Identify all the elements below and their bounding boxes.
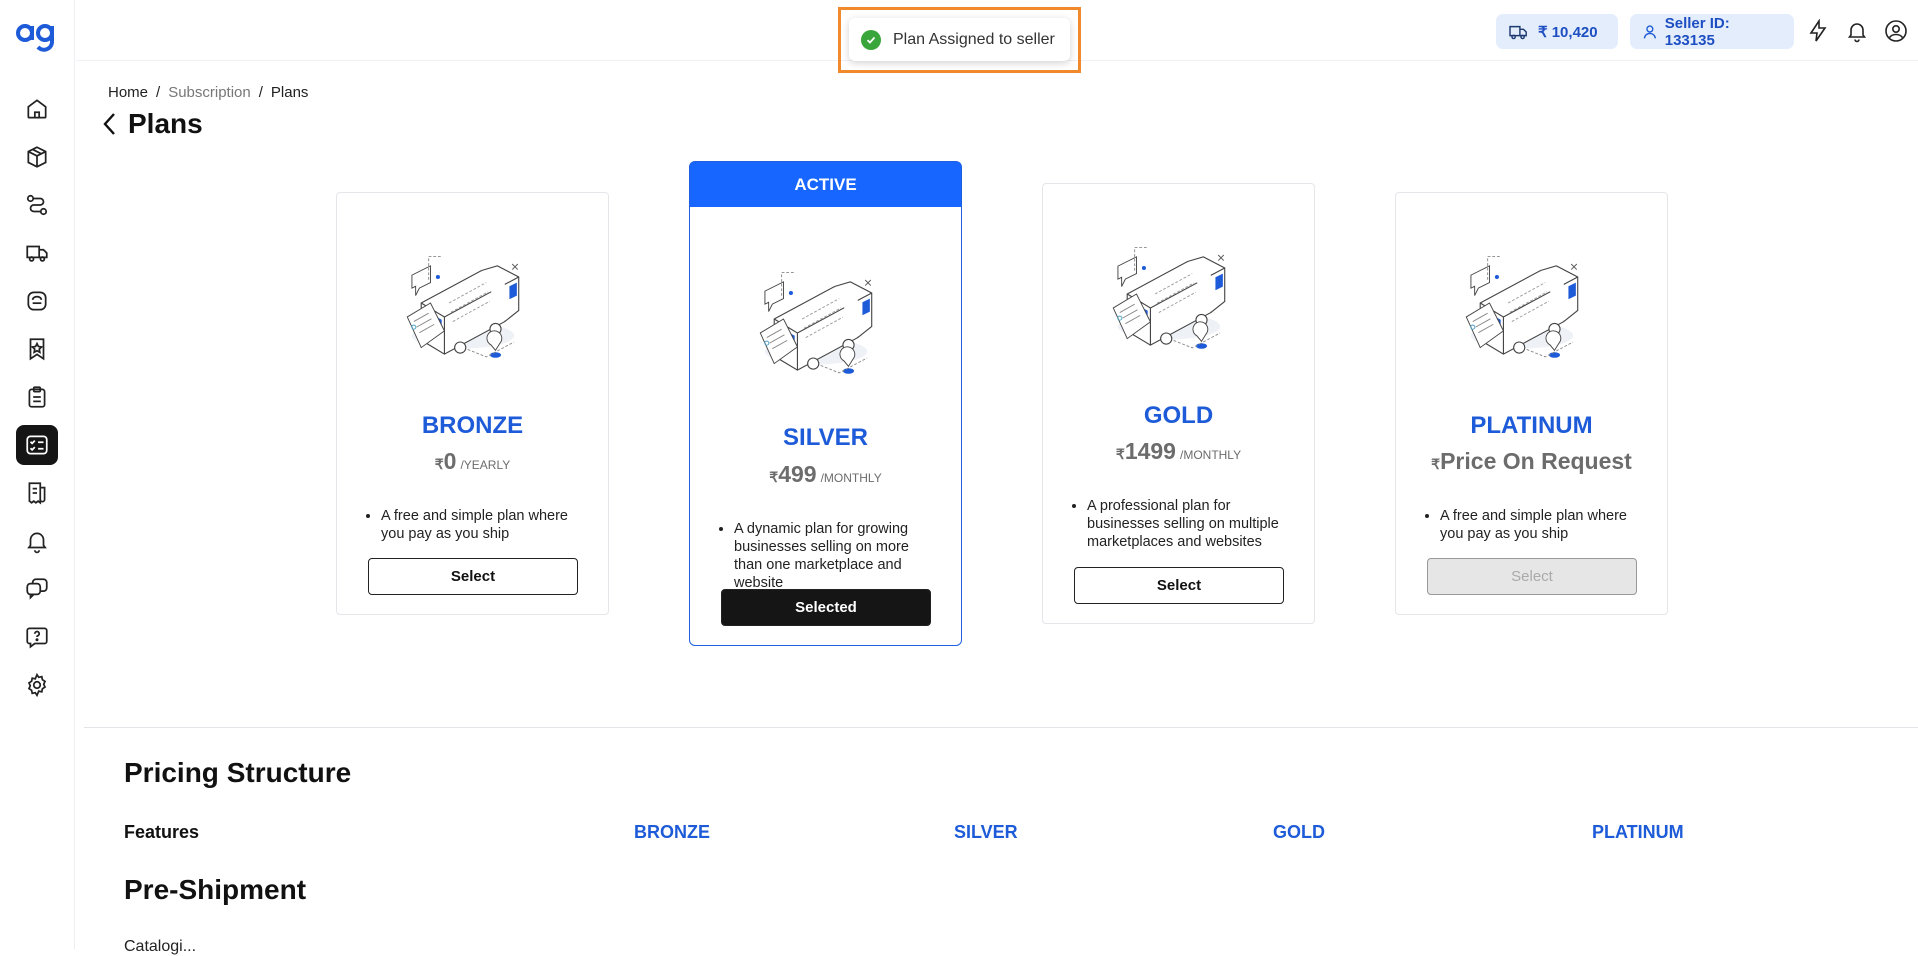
price-amount: 0 xyxy=(443,448,457,474)
page-title-text: Plans xyxy=(128,108,203,139)
breadcrumb-home[interactable]: Home xyxy=(108,84,148,101)
sidebar-item-orders[interactable] xyxy=(16,137,58,177)
sidebar-item-reports[interactable] xyxy=(16,377,58,417)
price-currency: ₹ xyxy=(1115,446,1125,462)
wallet-balance-button[interactable]: ₹ 10,420 xyxy=(1496,14,1618,49)
toast-notification: Plan Assigned to seller xyxy=(849,18,1070,61)
plan-price: ₹1499/MONTHLY xyxy=(1043,438,1314,465)
checklist-icon xyxy=(26,435,48,455)
selected-button[interactable]: Selected xyxy=(721,589,931,626)
badge-icon xyxy=(27,291,47,311)
sidebar-item-channels[interactable] xyxy=(16,281,58,321)
bell-icon[interactable] xyxy=(1845,19,1869,43)
sidebar-item-reviews[interactable] xyxy=(16,329,58,369)
plan-name: SILVER xyxy=(783,424,868,451)
plan-description-item: A free and simple plan where you pay as … xyxy=(381,507,588,543)
pricing-column-platinum: PLATINUM xyxy=(1592,822,1684,842)
price-amount: 499 xyxy=(778,461,817,487)
toast-message: Plan Assigned to seller xyxy=(893,30,1055,48)
sidebar-item-tracking[interactable] xyxy=(16,185,58,225)
plan-description-item: A dynamic plan for growing businesses se… xyxy=(734,520,941,592)
plan-card-gold: GOLD ₹1499/MONTHLY A professional plan f… xyxy=(1042,183,1315,624)
route-icon xyxy=(26,194,48,216)
brand-logo[interactable] xyxy=(14,16,58,56)
page-title: Plans xyxy=(100,108,203,140)
breadcrumb-separator: / xyxy=(258,84,263,101)
bell-icon xyxy=(27,532,47,554)
delivery-truck-icon xyxy=(26,245,48,262)
star-bookmark-icon xyxy=(29,338,45,361)
plan-card-silver: ACTIVE SILVER ₹499/MONTHLY A dynamic pla… xyxy=(689,161,962,646)
wallet-truck-icon xyxy=(1509,25,1527,39)
breadcrumb: Home / Subscription / Plans xyxy=(108,84,308,101)
select-button[interactable]: Select xyxy=(368,558,578,595)
plan-card-platinum: PLATINUM ₹Price On Request A free and si… xyxy=(1395,192,1668,615)
plan-description-item: A free and simple plan where you pay as … xyxy=(1440,507,1647,543)
sidebar-item-settings[interactable] xyxy=(16,665,58,705)
pre-shipment-title: Pre-Shipment xyxy=(124,874,307,905)
help-icon xyxy=(26,627,48,649)
plan-price: ₹Price On Request xyxy=(1396,448,1667,475)
home-icon xyxy=(27,99,47,119)
price-period: /MONTHLY xyxy=(820,471,882,485)
seller-id: Seller ID: 133135 xyxy=(1664,14,1730,49)
wallet-balance: ₹ 10,420 xyxy=(1538,23,1598,41)
receipt-icon xyxy=(28,482,46,505)
breadcrumb-current: Plans xyxy=(270,84,309,101)
sidebar xyxy=(0,0,75,949)
price-currency: ₹ xyxy=(434,456,444,472)
delivery-truck-illustration xyxy=(406,256,520,359)
plan-name: GOLD xyxy=(1143,402,1214,429)
back-arrow-icon[interactable] xyxy=(100,111,120,137)
delivery-truck-illustration xyxy=(1465,256,1579,359)
plan-description: A dynamic plan for growing businesses se… xyxy=(718,520,941,592)
pricing-structure-title: Pricing Structure xyxy=(124,757,352,788)
seller-id-button[interactable]: Seller ID: 133135 xyxy=(1630,14,1794,49)
plan-name: BRONZE xyxy=(421,412,524,439)
breadcrumb-subscription[interactable]: Subscription xyxy=(168,84,251,101)
plan-description: A free and simple plan where you pay as … xyxy=(365,507,588,543)
plan-description-item: A professional plan for businesses selli… xyxy=(1087,497,1294,551)
profile-icon[interactable] xyxy=(1884,19,1908,43)
breadcrumb-separator: / xyxy=(156,84,161,101)
select-button[interactable]: Select xyxy=(1074,567,1284,604)
sidebar-item-shipping[interactable] xyxy=(16,233,58,273)
clipboard-icon xyxy=(28,386,46,408)
sidebar-item-billing[interactable] xyxy=(16,473,58,513)
plan-name: PLATINUM xyxy=(1470,412,1593,439)
box-icon xyxy=(27,146,47,168)
sidebar-item-chat[interactable] xyxy=(16,569,58,609)
lightning-icon[interactable] xyxy=(1806,19,1830,43)
select-button-disabled[interactable]: Select xyxy=(1427,558,1637,595)
active-badge: ACTIVE xyxy=(690,162,961,207)
plan-card-bronze: BRONZE ₹0/YEARLY A free and simple plan … xyxy=(336,192,609,615)
price-currency: ₹ xyxy=(1431,456,1441,472)
plan-description: A professional plan for businesses selli… xyxy=(1071,497,1294,551)
plan-price: ₹499/MONTHLY xyxy=(690,461,961,488)
price-period: /YEARLY xyxy=(460,458,511,472)
cutoff-row-label: Catalogi... xyxy=(124,938,197,955)
sidebar-item-help[interactable] xyxy=(16,617,58,657)
plan-description: A free and simple plan where you pay as … xyxy=(1424,507,1647,543)
price-period: /MONTHLY xyxy=(1179,448,1242,462)
price-amount: Price On Request xyxy=(1440,448,1632,474)
sidebar-item-home[interactable] xyxy=(16,89,58,129)
price-amount: 1499 xyxy=(1124,438,1176,464)
plan-price: ₹0/YEARLY xyxy=(337,448,608,475)
sidebar-item-notifications[interactable] xyxy=(16,521,58,561)
pricing-column-silver: SILVER xyxy=(954,822,1018,842)
delivery-truck-illustration xyxy=(759,272,873,375)
price-currency: ₹ xyxy=(769,469,779,485)
chat-icon xyxy=(26,578,48,600)
features-label: Features xyxy=(124,822,200,842)
gear-icon xyxy=(27,672,47,698)
delivery-truck-illustration xyxy=(1112,247,1226,350)
section-divider xyxy=(84,727,1918,728)
pricing-column-gold: GOLD xyxy=(1273,822,1325,842)
success-check-icon xyxy=(861,29,881,50)
sidebar-item-subscription[interactable] xyxy=(16,425,58,465)
user-icon xyxy=(1643,24,1656,39)
pricing-column-bronze: BRONZE xyxy=(634,822,710,842)
